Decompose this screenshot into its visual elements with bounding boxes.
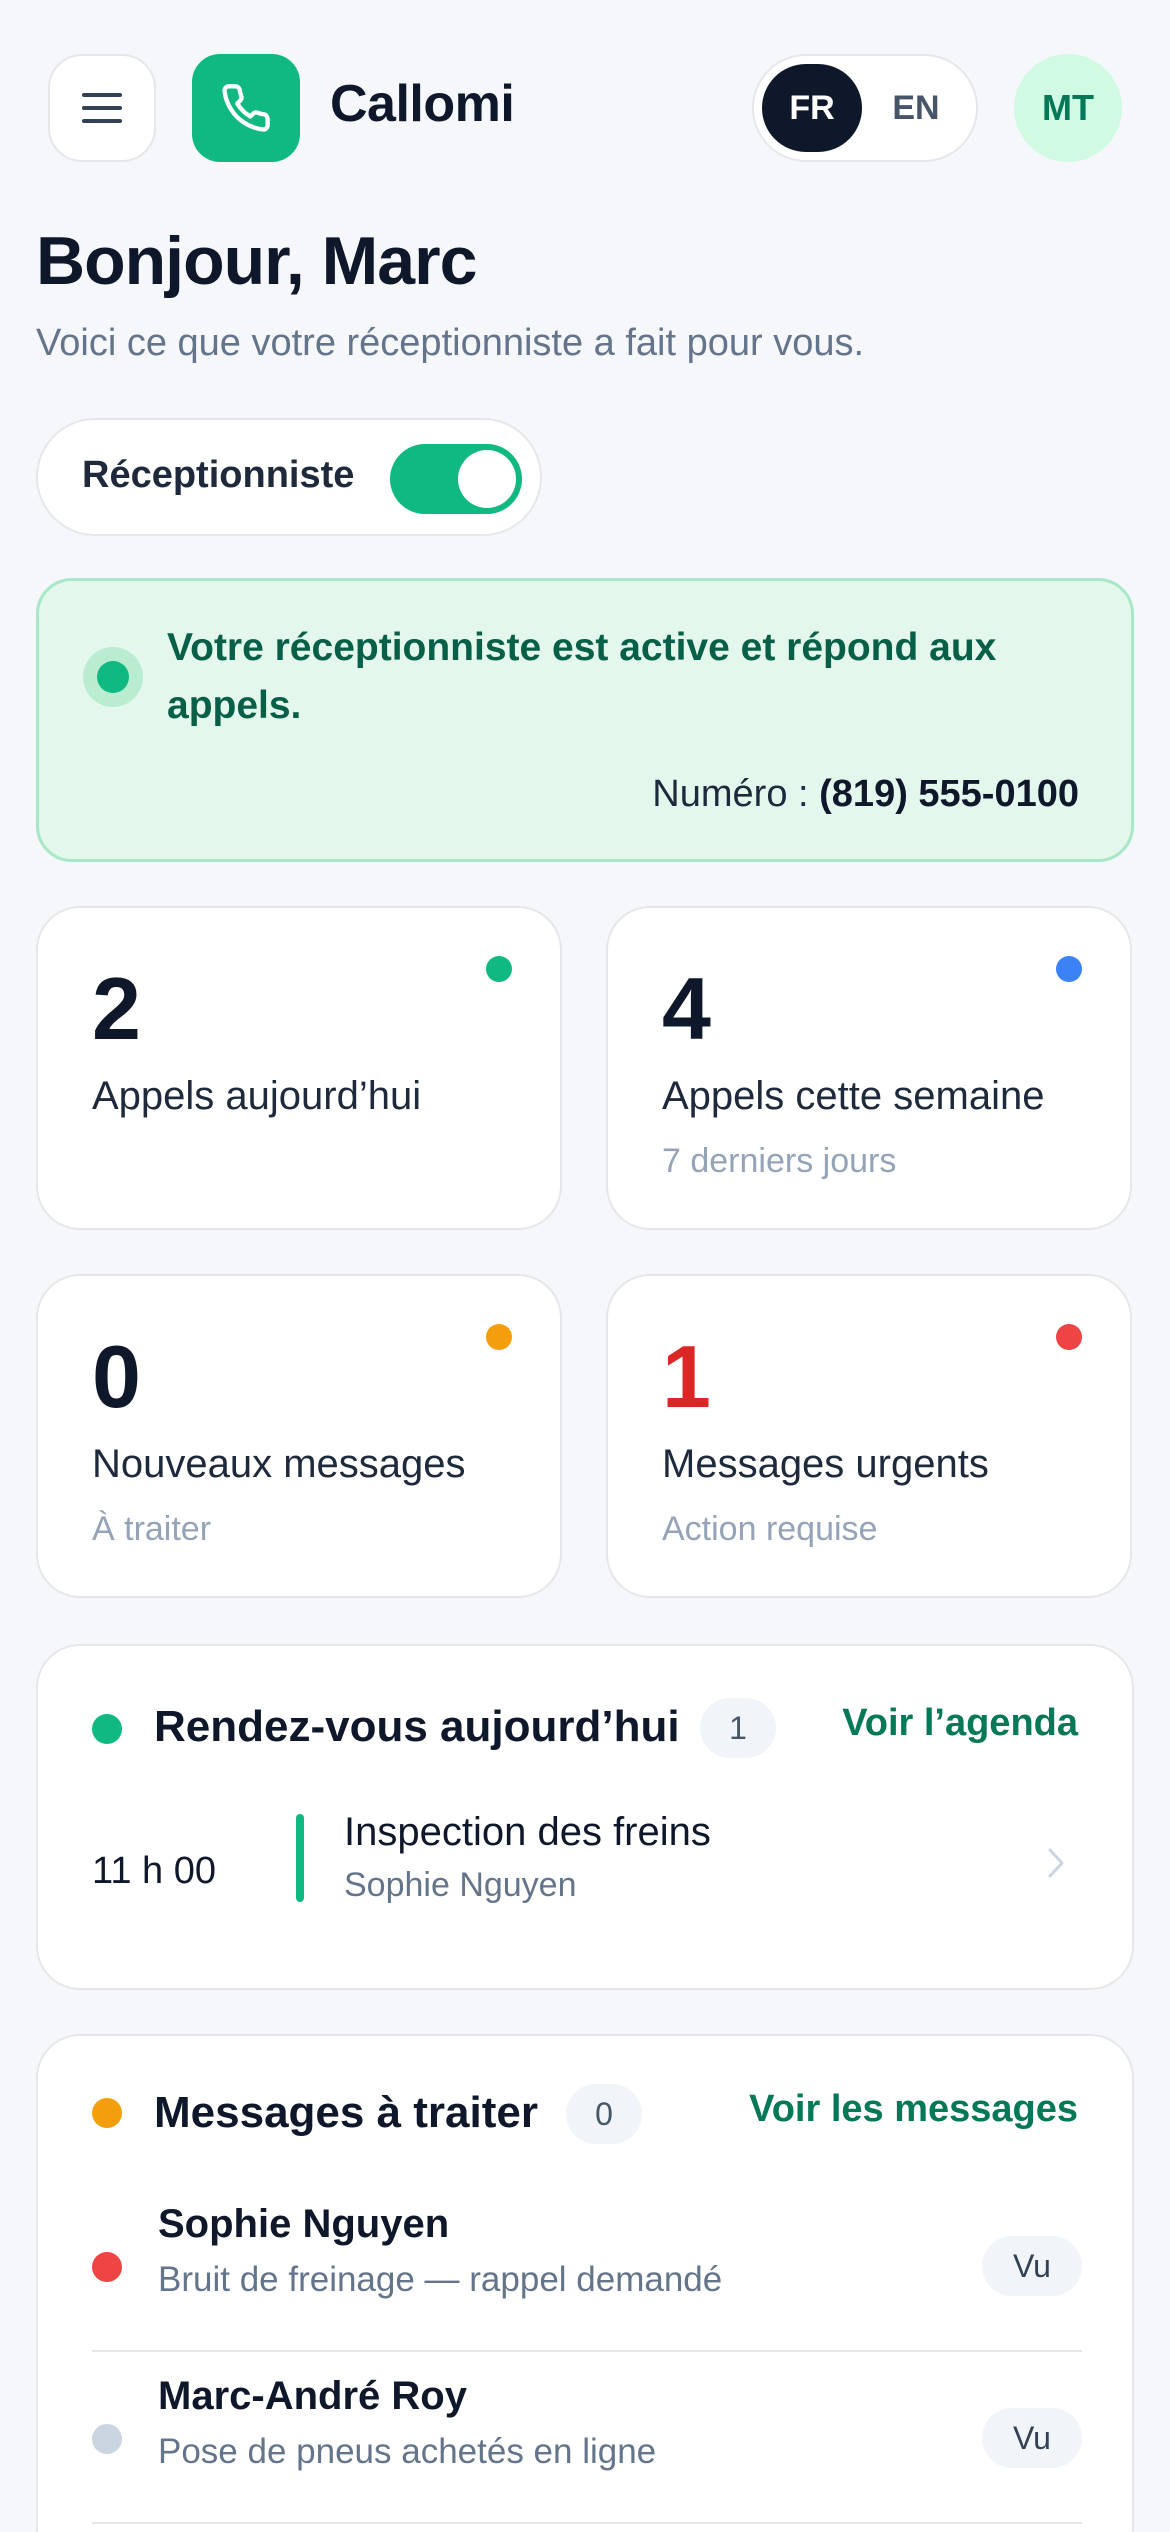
stat-label: Messages urgents	[662, 1442, 989, 1486]
appointment-time: 11 h 00	[92, 1850, 216, 1892]
app-name: Callomi	[330, 75, 515, 133]
message-priority-dot	[92, 2252, 122, 2282]
message-sender: Sophie Nguyen	[158, 2202, 450, 2246]
stat-card-calls-today[interactable]: 2 Appels aujourd’hui	[36, 906, 562, 1230]
appointment-accent-bar	[296, 1814, 304, 1902]
language-toggle[interactable]: FR EN	[752, 54, 978, 162]
stat-card-calls-week[interactable]: 4 Appels cette semaine 7 derniers jours	[606, 906, 1132, 1230]
stat-label: Nouveaux messages	[92, 1442, 466, 1486]
status-dot	[97, 661, 129, 693]
receptionist-toggle[interactable]: Réceptionniste	[36, 418, 542, 536]
message-item[interactable]: Marc-André Roy Pose de pneus achetés en …	[92, 2352, 1082, 2524]
phone-number[interactable]: (819) 555-0100	[819, 773, 1079, 815]
message-status-badge: Vu	[982, 2408, 1082, 2468]
stat-indicator-dot	[486, 1324, 512, 1350]
appointments-title: Rendez-vous aujourd’hui	[154, 1702, 680, 1751]
messages-section: Messages à traiter 0 Voir les messages S…	[36, 2034, 1134, 2532]
avatar[interactable]: MT	[1014, 54, 1122, 162]
stat-indicator-dot	[1056, 956, 1082, 982]
stat-sublabel: Action requise	[662, 1510, 878, 1548]
status-indicator	[83, 647, 143, 707]
app-logo	[192, 54, 300, 162]
chevron-right-icon	[1048, 1848, 1064, 1878]
message-item[interactable]: Sophie Nguyen Bruit de freinage — rappel…	[92, 2180, 1082, 2352]
appointment-client: Sophie Nguyen	[344, 1866, 577, 1904]
stat-card-urgent-messages[interactable]: 1 Messages urgents Action requise	[606, 1274, 1132, 1598]
message-summary: Bruit de freinage — rappel demandé	[158, 2260, 723, 2299]
stat-value: 4	[662, 959, 711, 1058]
message-summary: Pose de pneus achetés en ligne	[158, 2432, 657, 2471]
menu-button[interactable]	[48, 54, 156, 162]
stat-value: 0	[92, 1327, 141, 1426]
stat-value: 2	[92, 959, 141, 1058]
messages-count-badge: 0	[566, 2084, 642, 2144]
lang-en-button[interactable]: EN	[866, 64, 966, 152]
appointment-title: Inspection des freins	[344, 1810, 711, 1854]
status-message: Votre réceptionniste est active et répon…	[167, 626, 997, 727]
phone-number-label: Numéro :	[652, 773, 809, 815]
phone-number-line: Numéro : (819) 555-0100	[652, 773, 1079, 816]
app-header: Callomi FR EN MT	[0, 0, 1170, 218]
stat-value: 1	[662, 1327, 711, 1426]
stat-card-new-messages[interactable]: 0 Nouveaux messages À traiter	[36, 1274, 562, 1598]
message-priority-dot	[92, 2424, 122, 2454]
stat-label: Appels cette semaine	[662, 1074, 1045, 1118]
page-subtitle: Voici ce que votre réceptionniste a fait…	[36, 322, 865, 364]
hamburger-icon	[82, 93, 122, 123]
stat-indicator-dot	[486, 956, 512, 982]
message-sender: Marc-André Roy	[158, 2374, 467, 2418]
lang-fr-button[interactable]: FR	[762, 64, 862, 152]
messages-dot	[92, 2098, 122, 2128]
appointments-count-badge: 1	[700, 1698, 776, 1758]
view-messages-link[interactable]: Voir les messages	[749, 2088, 1078, 2131]
switch-knob	[458, 450, 516, 508]
stat-label: Appels aujourd’hui	[92, 1074, 422, 1118]
receptionist-switch[interactable]	[390, 444, 522, 514]
status-banner: Votre réceptionniste est active et répon…	[36, 578, 1134, 862]
page-title: Bonjour, Marc	[36, 223, 477, 299]
receptionist-toggle-label: Réceptionniste	[82, 454, 355, 496]
stat-sublabel: 7 derniers jours	[662, 1142, 897, 1180]
appointments-section: Rendez-vous aujourd’hui 1 Voir l’agenda …	[36, 1644, 1134, 1990]
stat-indicator-dot	[1056, 1324, 1082, 1350]
appointments-dot	[92, 1714, 122, 1744]
message-status-badge: Vu	[982, 2236, 1082, 2296]
stat-sublabel: À traiter	[92, 1510, 212, 1548]
phone-icon	[222, 84, 270, 132]
messages-title: Messages à traiter	[154, 2088, 538, 2137]
view-agenda-link[interactable]: Voir l’agenda	[842, 1702, 1078, 1745]
